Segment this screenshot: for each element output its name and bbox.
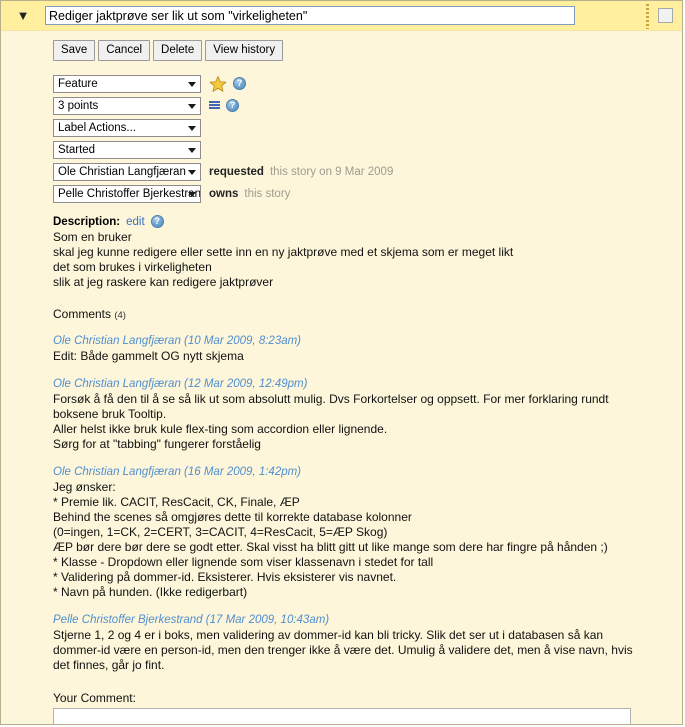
comment-author[interactable]: Pelle Christoffer Bjerkestrand (17 Mar 2… <box>53 613 682 628</box>
story-action-buttons: Save Cancel Delete View history <box>53 40 682 61</box>
new-comment-input[interactable] <box>53 708 631 724</box>
description-label: Description: <box>53 215 121 228</box>
chevron-down-icon <box>188 81 196 87</box>
chevron-down-icon <box>188 125 196 131</box>
estimate-select[interactable]: 3 points <box>53 96 201 115</box>
story-body: Save Cancel Delete View history Feature <box>1 31 682 724</box>
story-header: ▼ <box>1 1 682 31</box>
comment-body: Edit: Både gammelt OG nytt skjema <box>53 349 244 363</box>
delete-button[interactable]: Delete <box>153 40 203 61</box>
description-header: Description: edit ? <box>53 215 682 228</box>
label-actions-select[interactable]: Label Actions... <box>53 118 201 137</box>
chevron-down-icon <box>188 191 196 197</box>
story-title-input[interactable] <box>45 6 575 25</box>
comments-heading: Comments (4) <box>53 307 682 321</box>
requester-verb: requested <box>209 165 264 178</box>
star-icon[interactable] <box>209 75 227 93</box>
label-actions-value: Label Actions... <box>58 121 136 134</box>
story-state-select[interactable]: Started <box>53 140 201 159</box>
estimate-row: 3 points ? <box>53 95 682 116</box>
comment-body: Stjerne 1, 2 og 4 er i boks, men valider… <box>53 628 633 672</box>
estimate-icons: ? <box>209 99 239 112</box>
requester-select[interactable]: Ole Christian Langfjæran <box>53 162 201 181</box>
story-type-value: Feature <box>58 77 98 90</box>
collapse-arrow-icon[interactable]: ▼ <box>1 9 45 22</box>
estimate-value: 3 points <box>58 99 99 112</box>
requester-suffix: this story on 9 Mar 2009 <box>269 165 394 178</box>
comment-author[interactable]: Ole Christian Langfjæran (12 Mar 2009, 1… <box>53 377 682 392</box>
story-type-icons: ? <box>209 75 246 93</box>
owner-select[interactable]: Pelle Christoffer Bjerkestrand <box>53 184 201 203</box>
description-text: Som en bruker skal jeg kunne redigere el… <box>53 230 514 289</box>
requester-caption: requested this story on 9 Mar 2009 <box>209 166 393 178</box>
help-icon[interactable]: ? <box>150 215 164 228</box>
story-state-value: Started <box>58 143 96 156</box>
owner-verb: owns <box>209 187 239 200</box>
requester-value: Ole Christian Langfjæran <box>58 165 186 178</box>
comment-item: Ole Christian Langfjæran (10 Mar 2009, 8… <box>53 334 682 364</box>
comment-body: Forsøk å få den til å se så lik ut som a… <box>53 392 609 451</box>
story-select-checkbox[interactable] <box>658 8 673 23</box>
comment-author[interactable]: Ole Christian Langfjæran (16 Mar 2009, 1… <box>53 465 682 480</box>
comment-author[interactable]: Ole Christian Langfjæran (10 Mar 2009, 8… <box>53 334 682 349</box>
chevron-down-icon <box>188 103 196 109</box>
comment-item: Ole Christian Langfjæran (16 Mar 2009, 1… <box>53 465 682 600</box>
view-history-button[interactable]: View history <box>205 40 284 61</box>
story-state-row: Started <box>53 139 682 160</box>
help-icon[interactable]: ? <box>226 99 239 112</box>
chevron-down-icon <box>188 169 196 175</box>
owner-suffix: this story <box>244 187 291 200</box>
owner-caption: owns this story <box>209 188 290 200</box>
save-button[interactable]: Save <box>53 40 96 61</box>
requester-row: Ole Christian Langfjæran requested this … <box>53 161 682 182</box>
header-right-controls <box>645 1 682 30</box>
owner-row: Pelle Christoffer Bjerkestrand owns this… <box>53 183 682 204</box>
comment-body: Jeg ønsker: * Premie lik. CACIT, ResCaci… <box>53 480 608 599</box>
label-actions-row: Label Actions... <box>53 117 682 138</box>
comment-item: Ole Christian Langfjæran (12 Mar 2009, 1… <box>53 377 682 452</box>
lines-icon[interactable] <box>209 101 220 110</box>
story-type-select[interactable]: Feature <box>53 74 201 93</box>
comments-count: (4) <box>114 310 126 321</box>
comments-heading-label: Comments <box>53 307 112 321</box>
story-panel: ▼ Save Cancel Delete View history Featur… <box>0 0 683 725</box>
story-type-row: Feature ? <box>53 73 682 94</box>
new-comment-label: Your Comment: <box>53 691 136 705</box>
help-icon[interactable]: ? <box>233 77 246 90</box>
drag-handle-icon[interactable] <box>645 2 650 29</box>
cancel-button[interactable]: Cancel <box>98 40 151 61</box>
chevron-down-icon <box>188 147 196 153</box>
owner-value: Pelle Christoffer Bjerkestrand <box>58 187 201 200</box>
comment-item: Pelle Christoffer Bjerkestrand (17 Mar 2… <box>53 613 682 673</box>
description-edit-link[interactable]: edit <box>126 216 145 228</box>
